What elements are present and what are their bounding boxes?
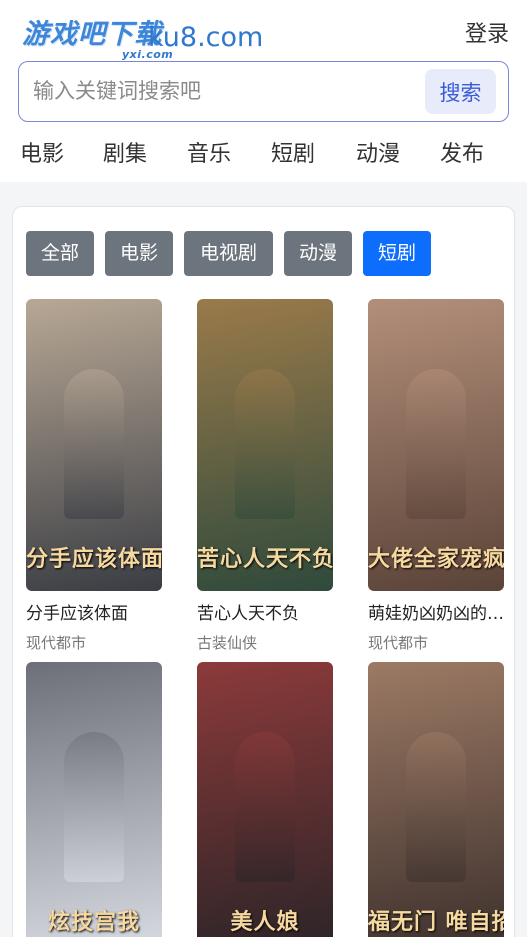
drama-item[interactable]: 分手应该体面 分手应该体面 现代都市 — [26, 299, 162, 653]
poster-title: 分手应该体面 — [26, 546, 162, 572]
nav-item-anime[interactable]: 动漫 — [356, 136, 400, 168]
poster-image[interactable]: 大佬全家宠疯 — [368, 299, 504, 591]
item-title[interactable]: 萌娃奶凶奶凶的大佬全家宠疯了 — [368, 599, 504, 624]
poster-title: 福无门 唯自招 — [368, 909, 504, 935]
search-button[interactable]: 搜索 — [425, 69, 496, 114]
poster-figure — [64, 732, 124, 882]
poster-figure — [64, 369, 124, 519]
filter-tabs: 全部 电影 电视剧 动漫 短剧 — [26, 231, 506, 277]
poster-title: 苦心人天不负 — [197, 546, 333, 572]
content-card: 全部 电影 电视剧 动漫 短剧 分手应该体面 分手应该体面 现代都市 苦心人天不… — [12, 206, 515, 937]
top-header: 游戏吧下载 yxi.com ku8.com 登录 搜索 电影 剧集 音乐 短剧 … — [0, 0, 527, 182]
item-title[interactable]: 分手应该体面 — [26, 599, 162, 624]
item-genre: 现代都市 — [368, 634, 429, 652]
site-logo[interactable]: 游戏吧下载 yxi.com ku8.com — [18, 10, 308, 61]
nav-item-series[interactable]: 剧集 — [103, 136, 147, 168]
nav-item-publish[interactable]: 发布 — [440, 136, 484, 168]
search-input[interactable] — [33, 70, 413, 112]
drama-item[interactable]: 大佬全家宠疯 萌娃奶凶奶凶的大佬全家宠疯了 现代都市 — [368, 299, 504, 653]
filter-movie[interactable]: 电影 — [105, 231, 173, 276]
poster-image[interactable]: 美人娘 — [197, 662, 333, 937]
drama-item[interactable]: 福无门 唯自招 — [368, 662, 504, 937]
site-domain: ku8.com — [148, 22, 264, 53]
drama-item[interactable]: 炫技宫我 — [26, 662, 162, 937]
nav-item-music[interactable]: 音乐 — [187, 136, 231, 168]
item-title[interactable]: 苦心人天不负 — [197, 599, 333, 624]
logo-text: 游戏吧下载 — [22, 19, 162, 50]
poster-title: 炫技宫我 — [47, 909, 140, 935]
filter-tv[interactable]: 电视剧 — [184, 231, 273, 276]
poster-figure — [406, 369, 466, 519]
drama-item[interactable]: 苦心人天不负 苦心人天不负 古装仙侠 — [197, 299, 333, 653]
filter-all[interactable]: 全部 — [26, 231, 94, 276]
filter-anime[interactable]: 动漫 — [284, 231, 352, 276]
poster-figure — [235, 369, 295, 519]
poster-image[interactable]: 炫技宫我 — [26, 662, 162, 937]
filter-short-drama[interactable]: 短剧 — [363, 231, 431, 276]
poster-image[interactable]: 苦心人天不负 — [197, 299, 333, 591]
login-link[interactable]: 登录 — [465, 16, 509, 48]
poster-image[interactable]: 福无门 唯自招 — [368, 662, 504, 937]
drama-item[interactable]: 美人娘 — [197, 662, 333, 937]
item-genre: 古装仙侠 — [197, 634, 258, 652]
poster-figure — [235, 732, 295, 882]
poster-figure — [406, 732, 466, 882]
search-bar: 搜索 — [18, 61, 509, 122]
nav-item-short-drama[interactable]: 短剧 — [271, 136, 315, 168]
poster-image[interactable]: 分手应该体面 — [26, 299, 162, 591]
nav-item-movies[interactable]: 电影 — [20, 136, 64, 168]
category-nav: 电影 剧集 音乐 短剧 动漫 发布 — [0, 132, 527, 172]
poster-title: 大佬全家宠疯 — [368, 546, 504, 572]
item-genre: 现代都市 — [26, 634, 87, 652]
poster-title: 美人娘 — [230, 909, 300, 935]
